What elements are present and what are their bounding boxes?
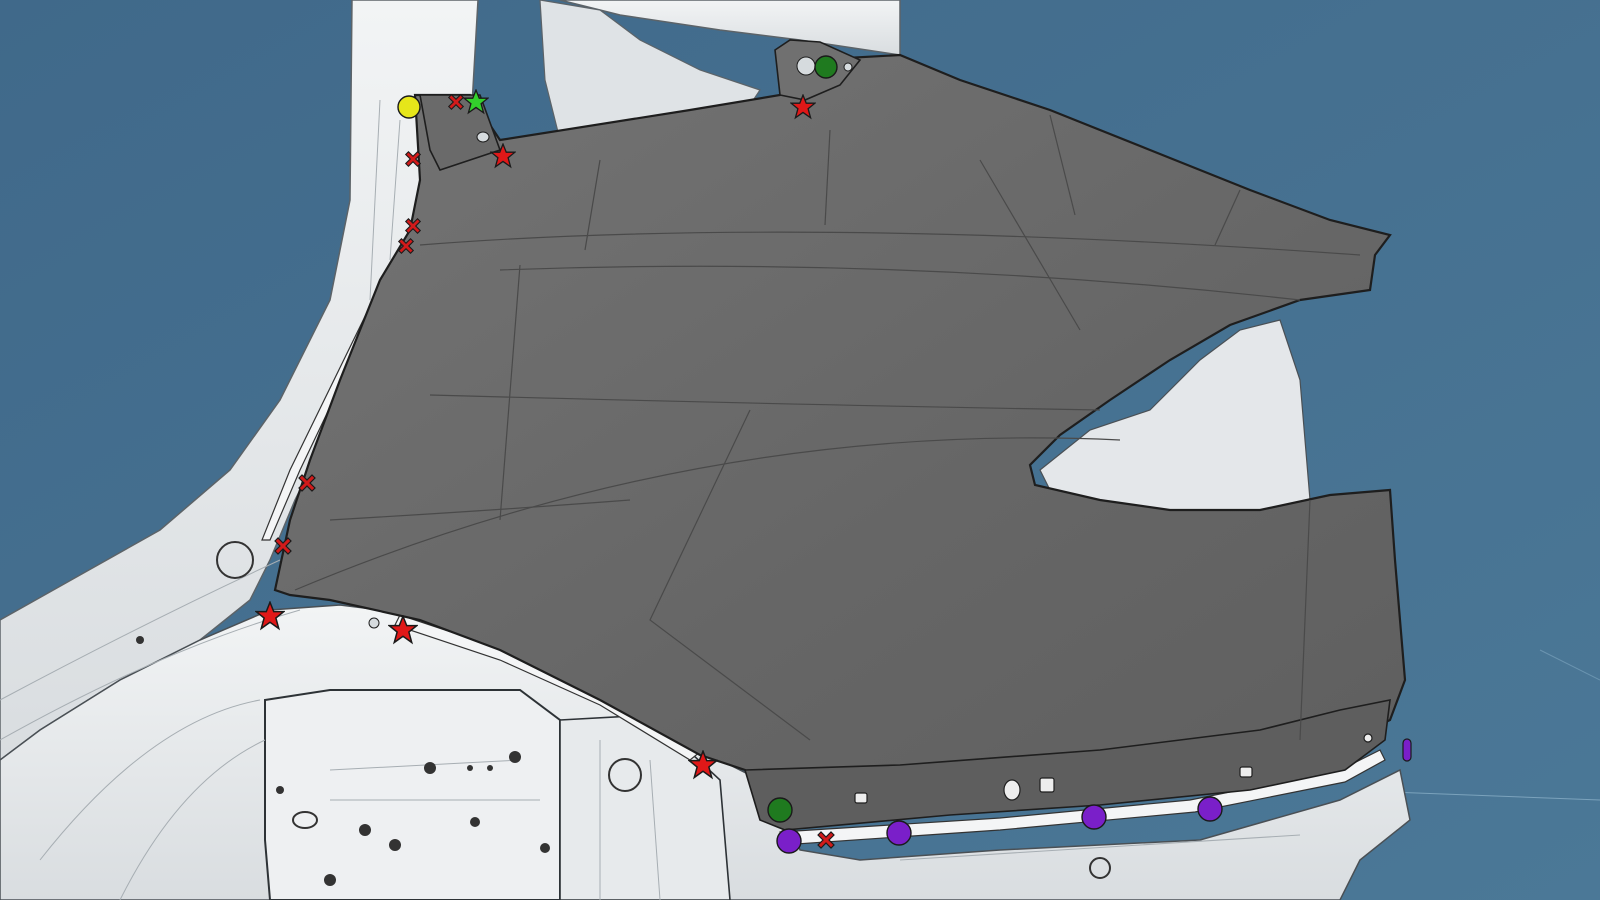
circle-icon[interactable] — [1081, 804, 1107, 830]
3d-viewport[interactable] — [0, 0, 1600, 900]
cad-scene[interactable] — [0, 0, 1600, 900]
circle-icon[interactable] — [397, 95, 421, 119]
circle-icon[interactable] — [814, 55, 838, 79]
circle-icon[interactable] — [776, 828, 802, 854]
circle-icon[interactable] — [1197, 796, 1223, 822]
circle-icon[interactable] — [1402, 738, 1412, 762]
circle-icon[interactable] — [767, 797, 793, 823]
circle-icon[interactable] — [886, 820, 912, 846]
floor-bracket — [264, 689, 561, 900]
